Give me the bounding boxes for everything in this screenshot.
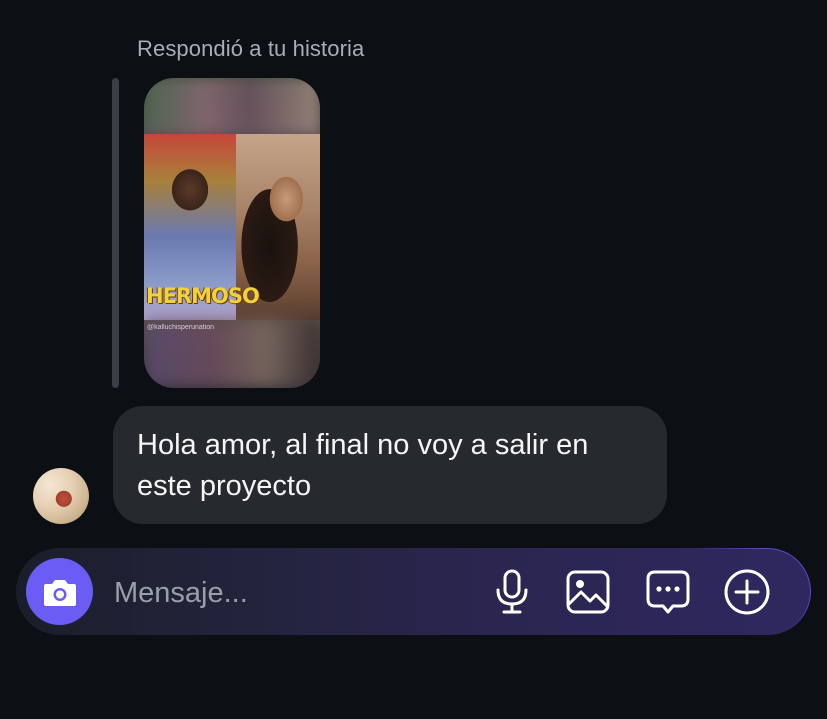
sender-avatar[interactable] bbox=[33, 468, 89, 524]
story-reply-caption: Respondió a tu historia bbox=[137, 36, 365, 61]
voice-message-button[interactable] bbox=[488, 568, 536, 616]
story-blur-top bbox=[144, 78, 320, 134]
direct-message-thread: Respondió a tu historia HERMOSO @kalluch… bbox=[0, 0, 827, 719]
message-input[interactable] bbox=[112, 572, 446, 614]
story-overlay-handle: @kalluchisperunation bbox=[147, 324, 215, 331]
story-thumbnail[interactable]: HERMOSO @kalluchisperunation bbox=[144, 78, 320, 388]
microphone-icon bbox=[496, 569, 528, 614]
more-options-button[interactable] bbox=[723, 568, 771, 616]
sticker-button[interactable] bbox=[644, 568, 692, 616]
image-icon bbox=[566, 570, 610, 614]
message-composer bbox=[16, 548, 811, 635]
camera-icon bbox=[43, 579, 76, 606]
chat-sticker-icon bbox=[646, 570, 690, 614]
story-overlay-title: HERMOSO bbox=[146, 284, 260, 308]
gallery-button[interactable] bbox=[564, 568, 612, 616]
message-bubble[interactable]: Hola amor, al final no voy a salir en es… bbox=[113, 406, 667, 524]
reply-indicator-bar bbox=[112, 78, 119, 388]
message-text: Hola amor, al final no voy a salir en es… bbox=[137, 429, 589, 502]
camera-button[interactable] bbox=[26, 558, 93, 625]
plus-circle-icon bbox=[724, 569, 770, 615]
